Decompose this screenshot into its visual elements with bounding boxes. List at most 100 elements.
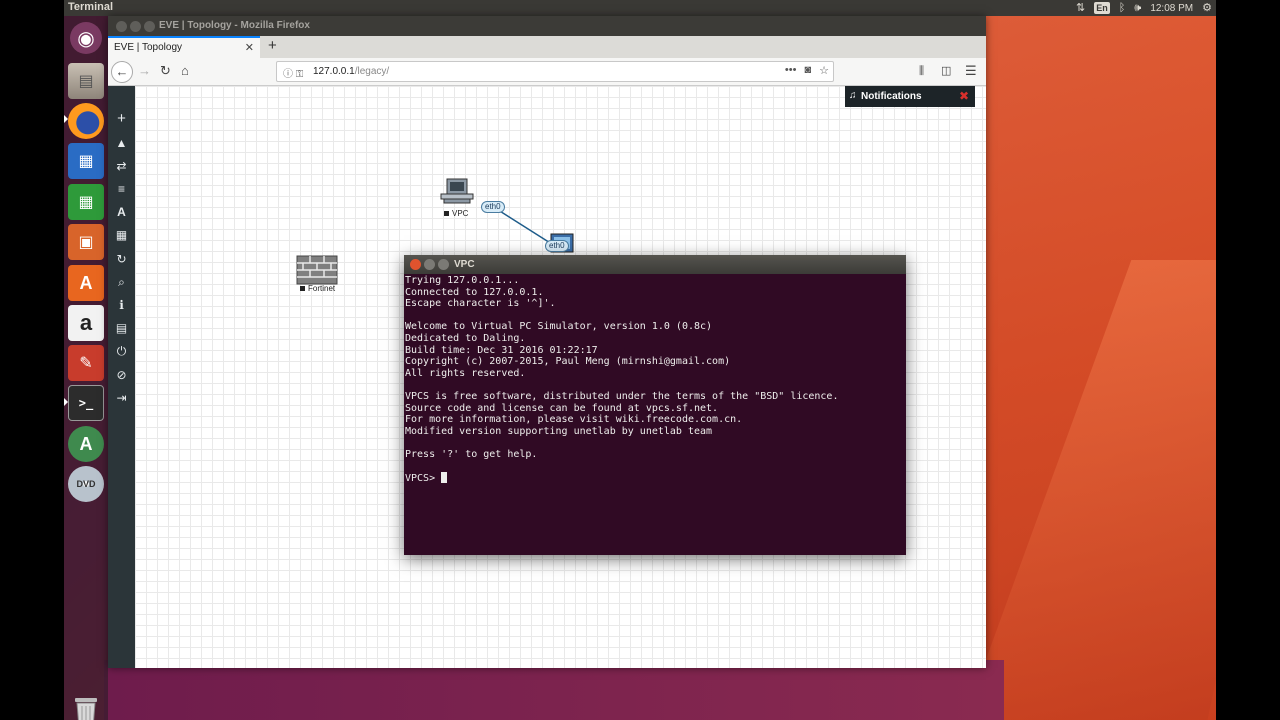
networks-icon[interactable]: ⇄ bbox=[108, 159, 135, 173]
pictures-icon[interactable]: ▦ bbox=[108, 228, 135, 242]
terminal-line: All rights reserved. bbox=[405, 367, 526, 379]
refresh-icon[interactable]: ↻ bbox=[108, 252, 135, 266]
interface-label[interactable]: eth0 bbox=[481, 201, 505, 213]
terminal-line: Copyright (c) 2007-2015, Paul Meng (mirn… bbox=[405, 356, 731, 368]
terminal-prompt: VPCS> bbox=[405, 473, 442, 485]
terminal-title: VPC bbox=[454, 259, 475, 270]
url-bar[interactable]: ⓘ ⚿ 127.0.0.1/legacy/ ••• ◙ ☆ bbox=[276, 61, 834, 82]
trash-icon[interactable] bbox=[70, 694, 102, 720]
keyboard-layout-indicator[interactable]: En bbox=[1094, 2, 1110, 14]
text-cursor bbox=[441, 472, 448, 484]
terminal-prompt-line[interactable]: VPCS> bbox=[405, 472, 903, 485]
menu-hamburger-icon[interactable]: ☰ bbox=[965, 63, 977, 79]
system-tray: ⇅ En ᛒ 🕪 12:08 PM ⚙ bbox=[1076, 0, 1212, 16]
terminal-line: Connected to 127.0.0.1. bbox=[405, 286, 544, 298]
close-window-button[interactable] bbox=[410, 259, 421, 270]
interface-label[interactable]: eth0 bbox=[545, 240, 569, 252]
terminal-line: Press '?' to get help. bbox=[405, 448, 538, 460]
firewall-icon[interactable] bbox=[296, 255, 338, 285]
site-info-icon[interactable]: ⓘ ⚿ bbox=[283, 65, 303, 80]
node-label[interactable]: Fortinet bbox=[300, 284, 335, 293]
terminal-line: Welcome to Virtual PC Simulator, version… bbox=[405, 321, 713, 333]
terminal-line: Modified version supporting unetlab by u… bbox=[405, 425, 713, 437]
libreoffice-impress-icon[interactable]: ▣ bbox=[68, 224, 104, 260]
forward-button[interactable]: → bbox=[138, 63, 151, 79]
volume-icon[interactable]: 🕪 bbox=[1134, 0, 1141, 16]
ubuntu-dash-icon[interactable]: ◉ bbox=[70, 22, 102, 54]
node-label-text: Fortinet bbox=[308, 284, 336, 293]
notifications-panel[interactable]: ♫ Notifications ✖ bbox=[845, 86, 975, 107]
amazon-icon[interactable]: a bbox=[68, 305, 104, 341]
bluetooth-icon[interactable]: ᛒ bbox=[1119, 0, 1126, 16]
desktop: Terminal ⇅ En ᛒ 🕪 12:08 PM ⚙ ◉ ▤ ▦ ▦ ▣ A… bbox=[64, 0, 1216, 720]
system-settings-icon[interactable]: ✎ bbox=[68, 345, 104, 381]
clock[interactable]: 12:08 PM bbox=[1150, 3, 1193, 14]
close-window-button[interactable] bbox=[116, 21, 127, 32]
terminal-line: Build time: Dec 31 2016 01:22:17 bbox=[405, 344, 598, 356]
startup-configs-icon[interactable]: ≡ bbox=[108, 182, 135, 196]
home-button[interactable]: ⌂ bbox=[181, 63, 189, 79]
maximize-window-button[interactable] bbox=[144, 21, 155, 32]
new-tab-button[interactable]: + bbox=[268, 37, 277, 54]
terminal-output[interactable]: Trying 127.0.0.1... Connected to 127.0.0.… bbox=[405, 275, 903, 553]
url-host: 127.0.0.1 bbox=[313, 66, 355, 77]
url-path: /legacy/ bbox=[354, 66, 390, 77]
terminal-titlebar[interactable]: VPC bbox=[404, 255, 906, 274]
firefox-titlebar[interactable]: EVE | Topology - Mozilla Firefox bbox=[108, 16, 986, 36]
close-lab-icon[interactable]: ⇥ bbox=[108, 391, 135, 405]
close-notifications-icon[interactable]: ✖ bbox=[959, 89, 969, 103]
dvd-icon[interactable]: DVD bbox=[68, 466, 104, 502]
unity-launcher: ◉ ▤ ▦ ▦ ▣ A a ✎ >_ A DVD bbox=[64, 16, 108, 720]
libreoffice-calc-icon[interactable]: ▦ bbox=[68, 184, 104, 220]
node-label-text: VPC bbox=[452, 209, 469, 218]
pocket-icon[interactable]: ◙ bbox=[804, 64, 811, 77]
tab-eve-topology[interactable]: EVE | Topology ✕ bbox=[108, 36, 260, 58]
power-icon[interactable]: ⏻ bbox=[108, 344, 135, 358]
eve-sidebar: + ▲ ⇄ ≡ A ▦ ↻ ⌕ ℹ ▤ ⏻ ⊘ ⇥ bbox=[108, 86, 135, 668]
lab-details-icon[interactable]: ▤ bbox=[108, 321, 135, 335]
vpc-node-icon[interactable] bbox=[440, 178, 474, 204]
tab-label: EVE | Topology bbox=[114, 42, 183, 53]
minimize-window-button[interactable] bbox=[130, 21, 141, 32]
files-icon[interactable]: ▤ bbox=[68, 63, 104, 99]
active-app-title: Terminal bbox=[68, 1, 114, 13]
terminal-line: Trying 127.0.0.1... bbox=[405, 275, 520, 286]
terminal-line: For more information, please visit wiki.… bbox=[405, 414, 743, 426]
terminal-icon[interactable]: >_ bbox=[68, 385, 104, 421]
window-title: EVE | Topology - Mozilla Firefox bbox=[159, 20, 310, 31]
bookmark-star-icon[interactable]: ☆ bbox=[819, 64, 829, 77]
maximize-window-button[interactable] bbox=[438, 259, 449, 270]
software-updater-icon[interactable]: A bbox=[68, 426, 104, 462]
node-label[interactable]: VPC bbox=[444, 209, 468, 218]
wallpaper-shape bbox=[104, 660, 1004, 720]
text-icon[interactable]: A bbox=[108, 205, 135, 219]
bell-icon: ♫ bbox=[849, 90, 857, 101]
page-actions-icon[interactable]: ••• bbox=[785, 64, 797, 77]
software-center-icon[interactable]: A bbox=[68, 265, 104, 301]
terminal-window: VPC Trying 127.0.0.1... Connected to 127.… bbox=[404, 255, 906, 555]
lock-icon[interactable]: ⊘ bbox=[108, 368, 135, 382]
sidebar-toggle-icon[interactable]: ◫ bbox=[941, 63, 951, 79]
top-panel: Terminal ⇅ En ᛒ 🕪 12:08 PM ⚙ bbox=[64, 0, 1216, 16]
terminal-lines: Trying 127.0.0.1... Connected to 127.0.0.… bbox=[405, 275, 903, 472]
firefox-icon[interactable] bbox=[68, 103, 104, 139]
libreoffice-writer-icon[interactable]: ▦ bbox=[68, 143, 104, 179]
close-tab-icon[interactable]: ✕ bbox=[245, 41, 254, 54]
gear-icon[interactable]: ⚙ bbox=[1202, 0, 1212, 16]
network-link[interactable] bbox=[494, 207, 556, 247]
reload-button[interactable]: ↻ bbox=[160, 63, 171, 79]
url-actions: ••• ◙ ☆ bbox=[785, 64, 829, 77]
network-updown-icon[interactable]: ⇅ bbox=[1076, 0, 1085, 16]
lab-info-icon[interactable]: ℹ bbox=[108, 298, 135, 312]
terminal-line: Dedicated to Daling. bbox=[405, 332, 526, 344]
back-button[interactable]: ← bbox=[111, 61, 133, 83]
tab-bar: EVE | Topology ✕ + bbox=[108, 36, 986, 58]
nodes-icon[interactable]: ▲ bbox=[108, 136, 135, 150]
minimize-window-button[interactable] bbox=[424, 259, 435, 270]
add-object-icon[interactable]: + bbox=[108, 111, 135, 126]
library-icon[interactable]: ⫼ bbox=[919, 63, 924, 79]
zoom-icon[interactable]: ⌕ bbox=[108, 275, 135, 289]
